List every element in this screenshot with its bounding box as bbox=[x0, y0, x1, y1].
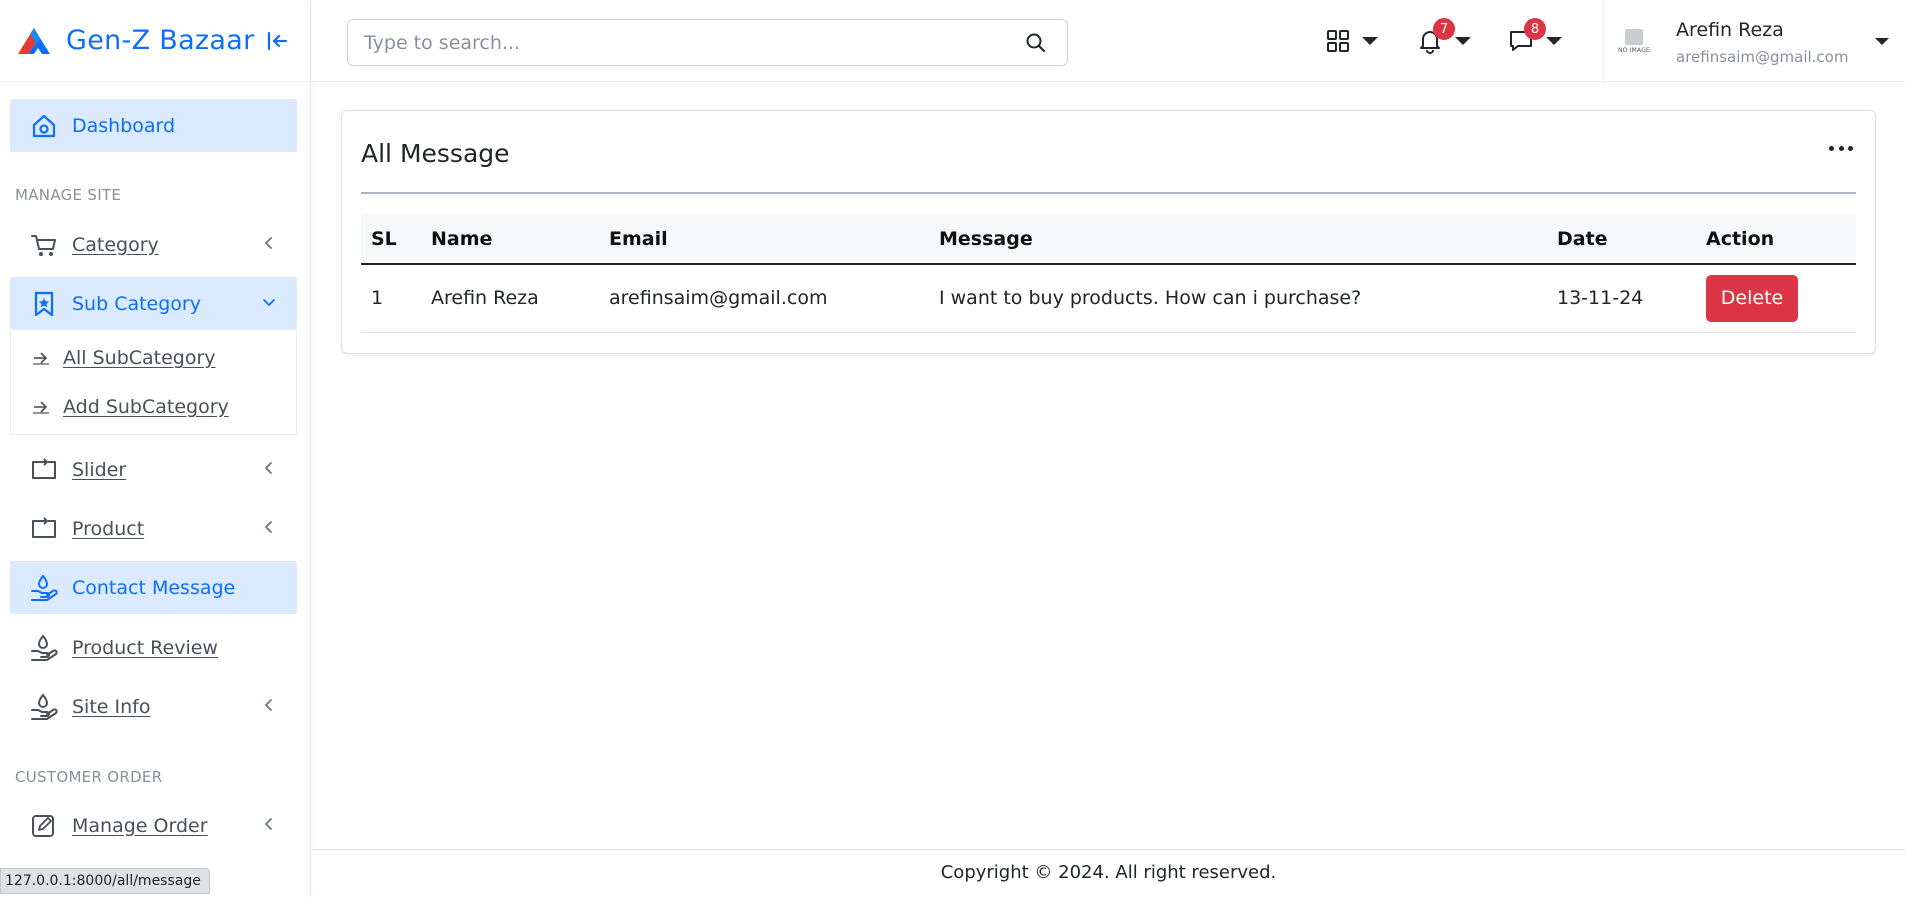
search-box bbox=[347, 19, 1068, 66]
sub-category-submenu: All SubCategory Add SubCategory bbox=[10, 331, 297, 435]
home-icon bbox=[30, 112, 58, 140]
column-header-email: Email bbox=[609, 227, 668, 250]
search-input[interactable] bbox=[348, 20, 988, 65]
notifications-button[interactable]: 7 bbox=[1417, 18, 1471, 56]
sidebar-item-label: Manage Order bbox=[72, 814, 208, 837]
messages-button[interactable]: 8 bbox=[1508, 18, 1562, 56]
cell-email: arefinsaim@gmail.com bbox=[609, 287, 828, 310]
submenu-item-label: Add SubCategory bbox=[63, 396, 229, 418]
hand-drop-icon bbox=[30, 692, 58, 721]
sidebar-item-label: Slider bbox=[72, 458, 127, 481]
column-header-sl: SL bbox=[371, 227, 397, 250]
caret-down-icon bbox=[1455, 37, 1471, 45]
edit-icon bbox=[30, 812, 58, 840]
column-header-message: Message bbox=[939, 227, 1033, 250]
chevron-left-icon bbox=[265, 237, 272, 249]
delete-button[interactable]: Delete bbox=[1706, 274, 1798, 322]
divider bbox=[361, 192, 1856, 194]
sidebar: Gen-Z Bazaar Dashboard MANAGE SITE Categ… bbox=[0, 0, 311, 897]
submenu-item-label: All SubCategory bbox=[63, 347, 216, 369]
cell-message: I want to buy products. How can i purcha… bbox=[939, 287, 1362, 310]
sidebar-item-product[interactable]: Product bbox=[10, 502, 297, 555]
cell-date: 13-11-24 bbox=[1557, 287, 1644, 310]
arrow-right-icon bbox=[33, 401, 49, 414]
chevron-left-icon bbox=[265, 699, 272, 711]
chevron-down-icon bbox=[263, 299, 275, 306]
sidebar-item-label: Contact Message bbox=[72, 576, 236, 599]
no-image-icon bbox=[1625, 28, 1643, 45]
sidebar-item-contact-message[interactable]: Contact Message bbox=[10, 561, 297, 614]
messages-table: SL Name Email Message Date Action 1 Aref… bbox=[361, 214, 1856, 333]
table-header-row: SL Name Email Message Date Action bbox=[361, 214, 1856, 264]
footer: Copyright © 2024. All right reserved. bbox=[312, 849, 1905, 894]
caret-down-icon bbox=[1546, 37, 1562, 45]
arrow-right-icon bbox=[33, 352, 49, 365]
sidebar-item-category[interactable]: Category bbox=[10, 218, 297, 271]
sidebar-item-slider[interactable]: Slider bbox=[10, 443, 297, 496]
grid-icon bbox=[1327, 30, 1349, 52]
avatar-placeholder-text: NO IMAGE bbox=[1617, 46, 1651, 54]
sidebar-item-product-review[interactable]: Product Review bbox=[10, 621, 297, 674]
notifications-count-badge: 7 bbox=[1433, 18, 1455, 40]
search-icon[interactable] bbox=[1025, 32, 1047, 54]
avatar: NO IMAGE bbox=[1614, 24, 1654, 58]
table-row: 1 Arefin Reza arefinsaim@gmail.com I wan… bbox=[361, 264, 1856, 332]
hand-drop-icon bbox=[30, 573, 58, 602]
section-title-customer-order: CUSTOMER ORDER bbox=[15, 768, 163, 786]
apps-menu-button[interactable] bbox=[1326, 26, 1378, 56]
chevron-left-icon bbox=[265, 521, 272, 533]
caret-down-icon bbox=[1362, 37, 1378, 45]
brand-logo-icon bbox=[18, 27, 50, 54]
sidebar-item-manage-order[interactable]: Manage Order bbox=[10, 799, 297, 852]
brand-name[interactable]: Gen-Z Bazaar bbox=[66, 25, 255, 56]
topbar: 7 8 NO IMAGE Arefin Reza arefinsaim@gmai… bbox=[312, 0, 1905, 82]
sidebar-item-site-info[interactable]: Site Info bbox=[10, 680, 297, 733]
cart-icon bbox=[30, 231, 58, 259]
all-message-card: All Message SL Name Email Message Date A… bbox=[341, 110, 1876, 354]
sidebar-item-sub-category[interactable]: Sub Category bbox=[10, 277, 297, 330]
chevron-left-icon bbox=[265, 818, 272, 830]
messages-count-badge: 8 bbox=[1524, 18, 1546, 40]
submenu-item-add-subcategory[interactable]: Add SubCategory bbox=[31, 396, 229, 418]
more-options-icon[interactable] bbox=[1829, 141, 1853, 155]
copyright-text: Copyright © 2024. All right reserved. bbox=[940, 861, 1277, 883]
link-preview-status: 127.0.0.1:8000/all/message bbox=[0, 868, 210, 894]
column-header-date: Date bbox=[1557, 227, 1608, 250]
sidebar-item-label: Product Review bbox=[72, 636, 218, 659]
collapse-sidebar-icon[interactable] bbox=[266, 30, 288, 52]
user-email: arefinsaim@gmail.com bbox=[1676, 48, 1849, 66]
sidebar-item-dashboard[interactable]: Dashboard bbox=[10, 99, 297, 152]
brand: Gen-Z Bazaar bbox=[0, 0, 310, 82]
section-title-manage-site: MANAGE SITE bbox=[15, 186, 122, 204]
page-title: All Message bbox=[361, 139, 510, 168]
chevron-left-icon bbox=[265, 462, 272, 474]
product-icon bbox=[30, 515, 58, 543]
bookmark-icon bbox=[30, 290, 58, 318]
sidebar-item-label: Site Info bbox=[72, 695, 151, 718]
sidebar-item-label: Dashboard bbox=[72, 114, 176, 137]
cell-name: Arefin Reza bbox=[431, 287, 539, 310]
sidebar-item-label: Sub Category bbox=[72, 292, 201, 315]
sidebar-item-label: Category bbox=[72, 233, 159, 256]
column-header-name: Name bbox=[431, 227, 493, 250]
caret-down-icon bbox=[1875, 38, 1889, 45]
cell-sl: 1 bbox=[371, 287, 384, 310]
user-name: Arefin Reza bbox=[1676, 19, 1784, 41]
column-header-action: Action bbox=[1706, 227, 1775, 250]
cell-action: Delete bbox=[1696, 264, 1856, 332]
sidebar-item-label: Product bbox=[72, 517, 145, 540]
slider-icon bbox=[30, 456, 58, 484]
user-menu[interactable]: NO IMAGE Arefin Reza arefinsaim@gmail.co… bbox=[1603, 0, 1905, 82]
submenu-item-all-subcategory[interactable]: All SubCategory bbox=[31, 347, 216, 369]
hand-drop-icon bbox=[30, 633, 58, 662]
